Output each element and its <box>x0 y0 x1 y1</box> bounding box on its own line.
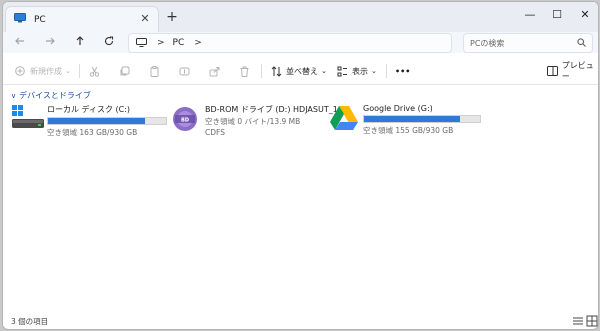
drive-usage-fill <box>48 118 145 124</box>
tab-close-icon[interactable]: ✕ <box>138 12 152 26</box>
bd-rom-disc-icon: BD <box>169 104 203 136</box>
maximize-button[interactable]: ☐ <box>547 6 567 24</box>
search-icon <box>577 37 586 49</box>
toolbar-divider <box>79 64 80 78</box>
drive-item[interactable]: BD BD-ROM ドライブ (D:) HDJASUT_100 空き領域 0 バ… <box>169 104 348 137</box>
content-area: ∨ デバイスとドライブ ローカル ディスク (C:) 空き領域 163 GB/9… <box>3 86 598 316</box>
tab-pc[interactable]: PC ✕ <box>5 6 159 32</box>
more-options-button[interactable]: ••• <box>395 63 410 79</box>
svg-text:BD: BD <box>181 118 189 124</box>
toolbar-divider <box>261 64 262 78</box>
chevron-down-icon: ⌄ <box>321 67 327 75</box>
drive-filesystem: CDFS <box>205 128 225 137</box>
breadcrumb-pc[interactable]: PC <box>173 38 185 48</box>
title-bar: PC ✕ + — ☐ ✕ <box>3 2 598 32</box>
search-placeholder: PCの検索 <box>470 38 505 48</box>
drive-free-space: 空き領域 163 GB/930 GB <box>47 128 138 137</box>
windows-disk-icon <box>11 104 45 136</box>
sort-label: 並べ替え <box>286 66 318 76</box>
copy-button[interactable] <box>117 63 131 79</box>
new-plus-icon <box>13 64 27 78</box>
rename-icon <box>177 64 191 78</box>
new-button[interactable]: 新規作成 ⌄ <box>13 63 71 79</box>
item-count: 3 個の項目 <box>11 316 49 326</box>
view-button[interactable]: 表示 ⌄ <box>335 63 377 79</box>
drive-item[interactable]: Google Drive (G:) 空き領域 155 GB/930 GB <box>329 104 481 136</box>
command-bar: 新規作成 ⌄ 並べ替え ⌄ 表示 ⌄ ••• プレビュー <box>3 57 598 85</box>
drive-free-space: 空き領域 0 バイト/13.9 MB <box>205 117 301 126</box>
preview-pane-icon <box>546 64 559 78</box>
toolbar-divider <box>386 64 387 78</box>
rename-button[interactable] <box>177 63 191 79</box>
paste-button[interactable] <box>147 63 161 79</box>
drive-name: Google Drive (G:) <box>363 104 433 113</box>
drive-name: BD-ROM ドライブ (D:) HDJASUT_100 <box>205 105 348 114</box>
refresh-icon[interactable] <box>100 34 118 52</box>
chevron-down-icon: ⌄ <box>371 67 377 75</box>
forward-arrow-icon[interactable] <box>41 34 59 52</box>
share-icon <box>207 64 221 78</box>
pc-icon <box>14 13 26 26</box>
drive-name: ローカル ディスク (C:) <box>47 105 131 114</box>
breadcrumb-separator[interactable]: > <box>157 38 165 48</box>
tiles-view-icon[interactable] <box>586 315 598 327</box>
share-button[interactable] <box>207 63 221 79</box>
clipboard-icon <box>147 64 161 78</box>
status-bar: 3 個の項目 <box>3 313 598 329</box>
new-tab-button[interactable]: + <box>163 8 181 26</box>
back-arrow-icon[interactable] <box>11 34 29 52</box>
navigation-bar: > PC > PCの検索 <box>3 32 598 53</box>
sort-button[interactable]: 並べ替え ⌄ <box>269 63 327 79</box>
view-list-icon <box>335 64 349 78</box>
search-input[interactable]: PCの検索 <box>463 33 593 53</box>
drive-free-space: 空き領域 155 GB/930 GB <box>363 126 454 135</box>
group-label: デバイスとドライブ <box>19 91 91 100</box>
copy-icon <box>117 64 131 78</box>
trash-icon <box>237 64 251 78</box>
scissors-icon <box>87 64 101 78</box>
drive-usage-fill <box>364 116 461 122</box>
explorer-window: PC ✕ + — ☐ ✕ > PC > PCの検索 新規作成 ⌄ 並べ替え ⌄ … <box>2 1 599 330</box>
up-arrow-icon[interactable] <box>71 34 89 52</box>
delete-button[interactable] <box>237 63 251 79</box>
devices-group-header[interactable]: ∨ デバイスとドライブ <box>11 90 91 101</box>
view-label: 表示 <box>352 66 368 76</box>
drive-usage-bar <box>363 115 481 123</box>
close-window-button[interactable]: ✕ <box>575 6 595 24</box>
details-view-icon[interactable] <box>572 315 584 327</box>
address-bar[interactable]: > PC > <box>128 33 452 53</box>
drive-usage-bar <box>47 117 167 125</box>
cut-button[interactable] <box>87 63 101 79</box>
preview-pane-button[interactable]: プレビュー <box>546 61 598 81</box>
chevron-down-icon: ∨ <box>11 91 17 100</box>
new-label: 新規作成 <box>30 66 62 76</box>
preview-label: プレビュー <box>561 61 594 81</box>
monitor-icon <box>136 37 147 50</box>
chevron-down-icon: ⌄ <box>65 67 71 75</box>
breadcrumb-separator[interactable]: > <box>194 38 202 48</box>
google-drive-icon <box>329 104 361 136</box>
sort-arrows-icon <box>269 64 283 78</box>
minimize-button[interactable]: — <box>520 6 540 24</box>
tab-title: PC <box>34 14 46 25</box>
drive-item[interactable]: ローカル ディスク (C:) 空き領域 163 GB/930 GB <box>11 104 167 138</box>
